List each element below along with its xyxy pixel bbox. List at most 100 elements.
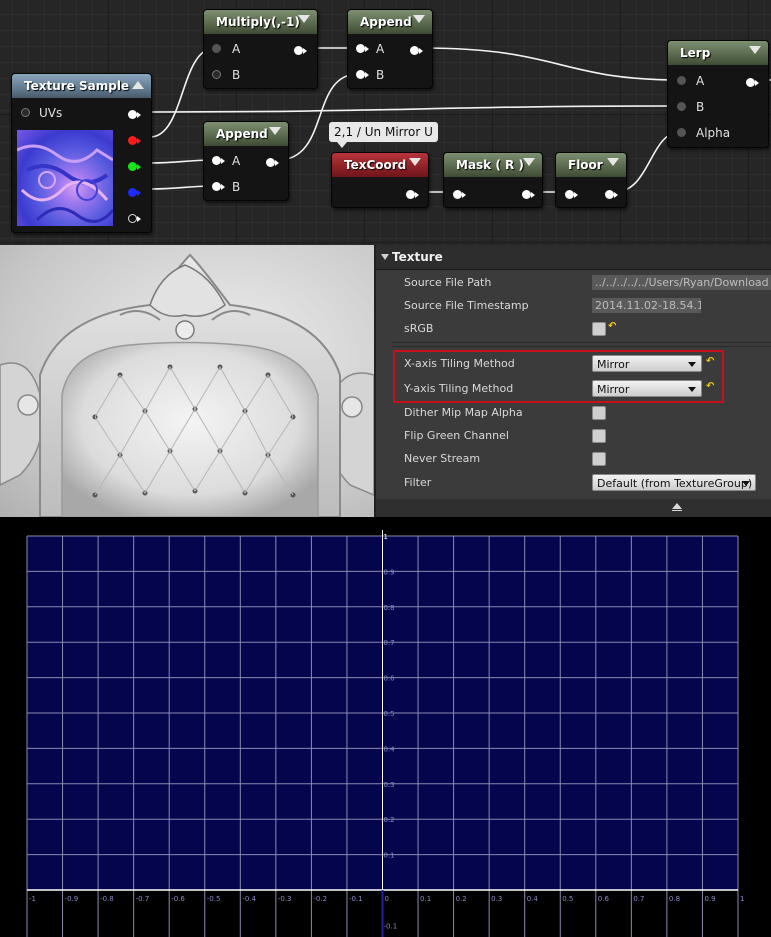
x-tick-label: 0 [385,895,389,903]
texcoord-node[interactable]: TexCoord [331,152,429,208]
collapse-icon[interactable] [523,158,535,166]
y-tick-label: 0.8 [384,604,395,612]
x-tick-label: 0.3 [491,895,502,903]
x-tick-label: -0.6 [171,895,185,903]
source-file-path-field[interactable]: ../../../../../Users/Ryan/Download [592,275,771,290]
y-tick-label: 0.3 [384,781,395,789]
function-plot: -1 -0.9 -0.8 -0.7 -0.6 -0.5 -0.4 -0.3 -0.2 -0.1 0 0… [0,517,771,937]
source-file-timestamp-label: Source File Timestamp [404,299,529,312]
source-file-path-label: Source File Path [404,276,492,289]
texture-sample-node[interactable]: Texture Sample UVs [11,73,152,233]
texture-sample-header[interactable]: Texture Sample [12,74,151,98]
mask-header[interactable]: Mask ( R ) [444,153,542,177]
x-tick-label: 0.6 [598,895,610,903]
filter-label: Filter [404,476,432,489]
texcoord-header[interactable]: TexCoord [332,153,428,177]
texture-section-header[interactable]: Texture [376,245,771,270]
x-tick-label: -1 [29,895,36,903]
append-top-title: Append [360,15,412,29]
filter-dropdown[interactable]: Default (from TextureGroup) [592,474,756,491]
plot-svg: -1 -0.9 -0.8 -0.7 -0.6 -0.5 -0.4 -0.3 -0.2 -0.1 0 0… [26,530,744,937]
collapse-icon[interactable] [409,158,421,166]
collapse-icon[interactable] [269,127,281,135]
x-tick-label: 0.5 [562,895,573,903]
append-top-node[interactable]: Append A B [347,9,433,89]
divider [392,346,771,347]
node-comment[interactable]: 2,1 / Un Mirror U [329,122,438,148]
y-tick-label: 0.9 [384,568,395,576]
collapse-icon[interactable] [607,158,619,166]
x-tick-label: -0.1 [349,895,363,903]
collapse-icon[interactable] [749,46,761,54]
append-bottom-header[interactable]: Append [204,122,288,146]
details-panel: Texture Source File Path ../../../../../… [374,245,771,517]
append-bottom-node[interactable]: Append A B [203,121,289,201]
chevron-down-icon [742,481,750,486]
y-tick-label: 0.7 [384,639,395,647]
viewport-preview[interactable] [0,245,374,517]
source-file-path-row: Source File Path ../../../../../Users/Ry… [376,272,771,294]
collapse-icon[interactable] [298,15,310,23]
dither-checkbox[interactable] [592,406,606,420]
lerp-a-label: A [696,74,705,88]
y-tick-label: 0.6 [384,675,396,683]
material-graph[interactable]: Texture Sample UVs Multiply(,-1) A B App… [0,0,771,245]
collapse-icon[interactable] [132,81,144,89]
never-stream-row: Never Stream [376,448,771,470]
multiply-header[interactable]: Multiply(,-1) [204,10,317,34]
flip-green-checkbox[interactable] [592,429,606,443]
x-tick-label: -0.4 [242,895,256,903]
dither-row: Dither Mip Map Alpha [376,402,771,424]
append-top-header[interactable]: Append [348,10,432,34]
never-stream-label: Never Stream [404,452,481,465]
y-tick-label: 0.5 [384,710,395,718]
lerp-node[interactable]: Lerp A B Alpha [667,40,769,148]
y-tick-label: 0.2 [384,816,395,824]
append-bottom-a-label: A [232,154,241,168]
advanced-toggle[interactable] [376,499,771,517]
x-tick-label: -0.5 [207,895,221,903]
y-tick-label: 0.1 [384,852,395,860]
append-top-a-label: A [376,42,385,56]
filter-value: Default (from TextureGroup) [597,477,753,490]
source-file-timestamp-field[interactable]: 2014.11.02-18.54.19 [592,298,701,313]
multiply-b-label: B [232,68,241,82]
texture-sample-title: Texture Sample [24,79,130,93]
x-tick-label: -0.2 [313,895,327,903]
normal-map-pattern [17,144,113,223]
source-file-timestamp-row: Source File Timestamp 2014.11.02-18.54.1… [376,295,771,317]
flip-green-label: Flip Green Channel [404,429,509,442]
lerp-title: Lerp [680,46,711,60]
uvs-input-icon [21,108,30,117]
floor-title: Floor [568,158,603,172]
floor-node[interactable]: Floor [555,152,627,208]
x-tick-label: 0.4 [527,895,539,903]
flip-green-row: Flip Green Channel [376,425,771,447]
srgb-row: sRGB ↶ [376,318,771,340]
x-tick-label: -0.3 [278,895,292,903]
lerp-header[interactable]: Lerp [668,41,768,65]
reset-to-default-icon[interactable]: ↶ [608,322,617,332]
srgb-label: sRGB [404,322,434,335]
append-bottom-b-label: B [232,180,241,194]
x-tick-label: -0.7 [136,895,150,903]
multiply-node[interactable]: Multiply(,-1) A B [203,9,318,89]
texcoord-title: TexCoord [344,158,407,172]
srgb-checkbox[interactable] [592,322,606,336]
multiply-a-label: A [232,42,241,56]
divider [392,342,771,343]
x-tick-label: -0.9 [65,895,79,903]
x-tick-label: 0.1 [420,895,431,903]
mask-node[interactable]: Mask ( R ) [443,152,543,208]
collapse-icon[interactable] [413,15,425,23]
floor-header[interactable]: Floor [556,153,626,177]
x-tick-label: 0.2 [456,895,467,903]
lerp-b-label: B [696,100,705,114]
expand-caret-icon[interactable] [381,254,389,260]
x-tick-label: 0.8 [669,895,680,903]
y-tick-label: 0.4 [384,745,396,753]
y-tick-label: 1 [384,533,388,541]
lerp-alpha-label: Alpha [696,126,731,140]
never-stream-checkbox[interactable] [592,452,606,466]
x-tick-label: 1 [740,895,744,903]
